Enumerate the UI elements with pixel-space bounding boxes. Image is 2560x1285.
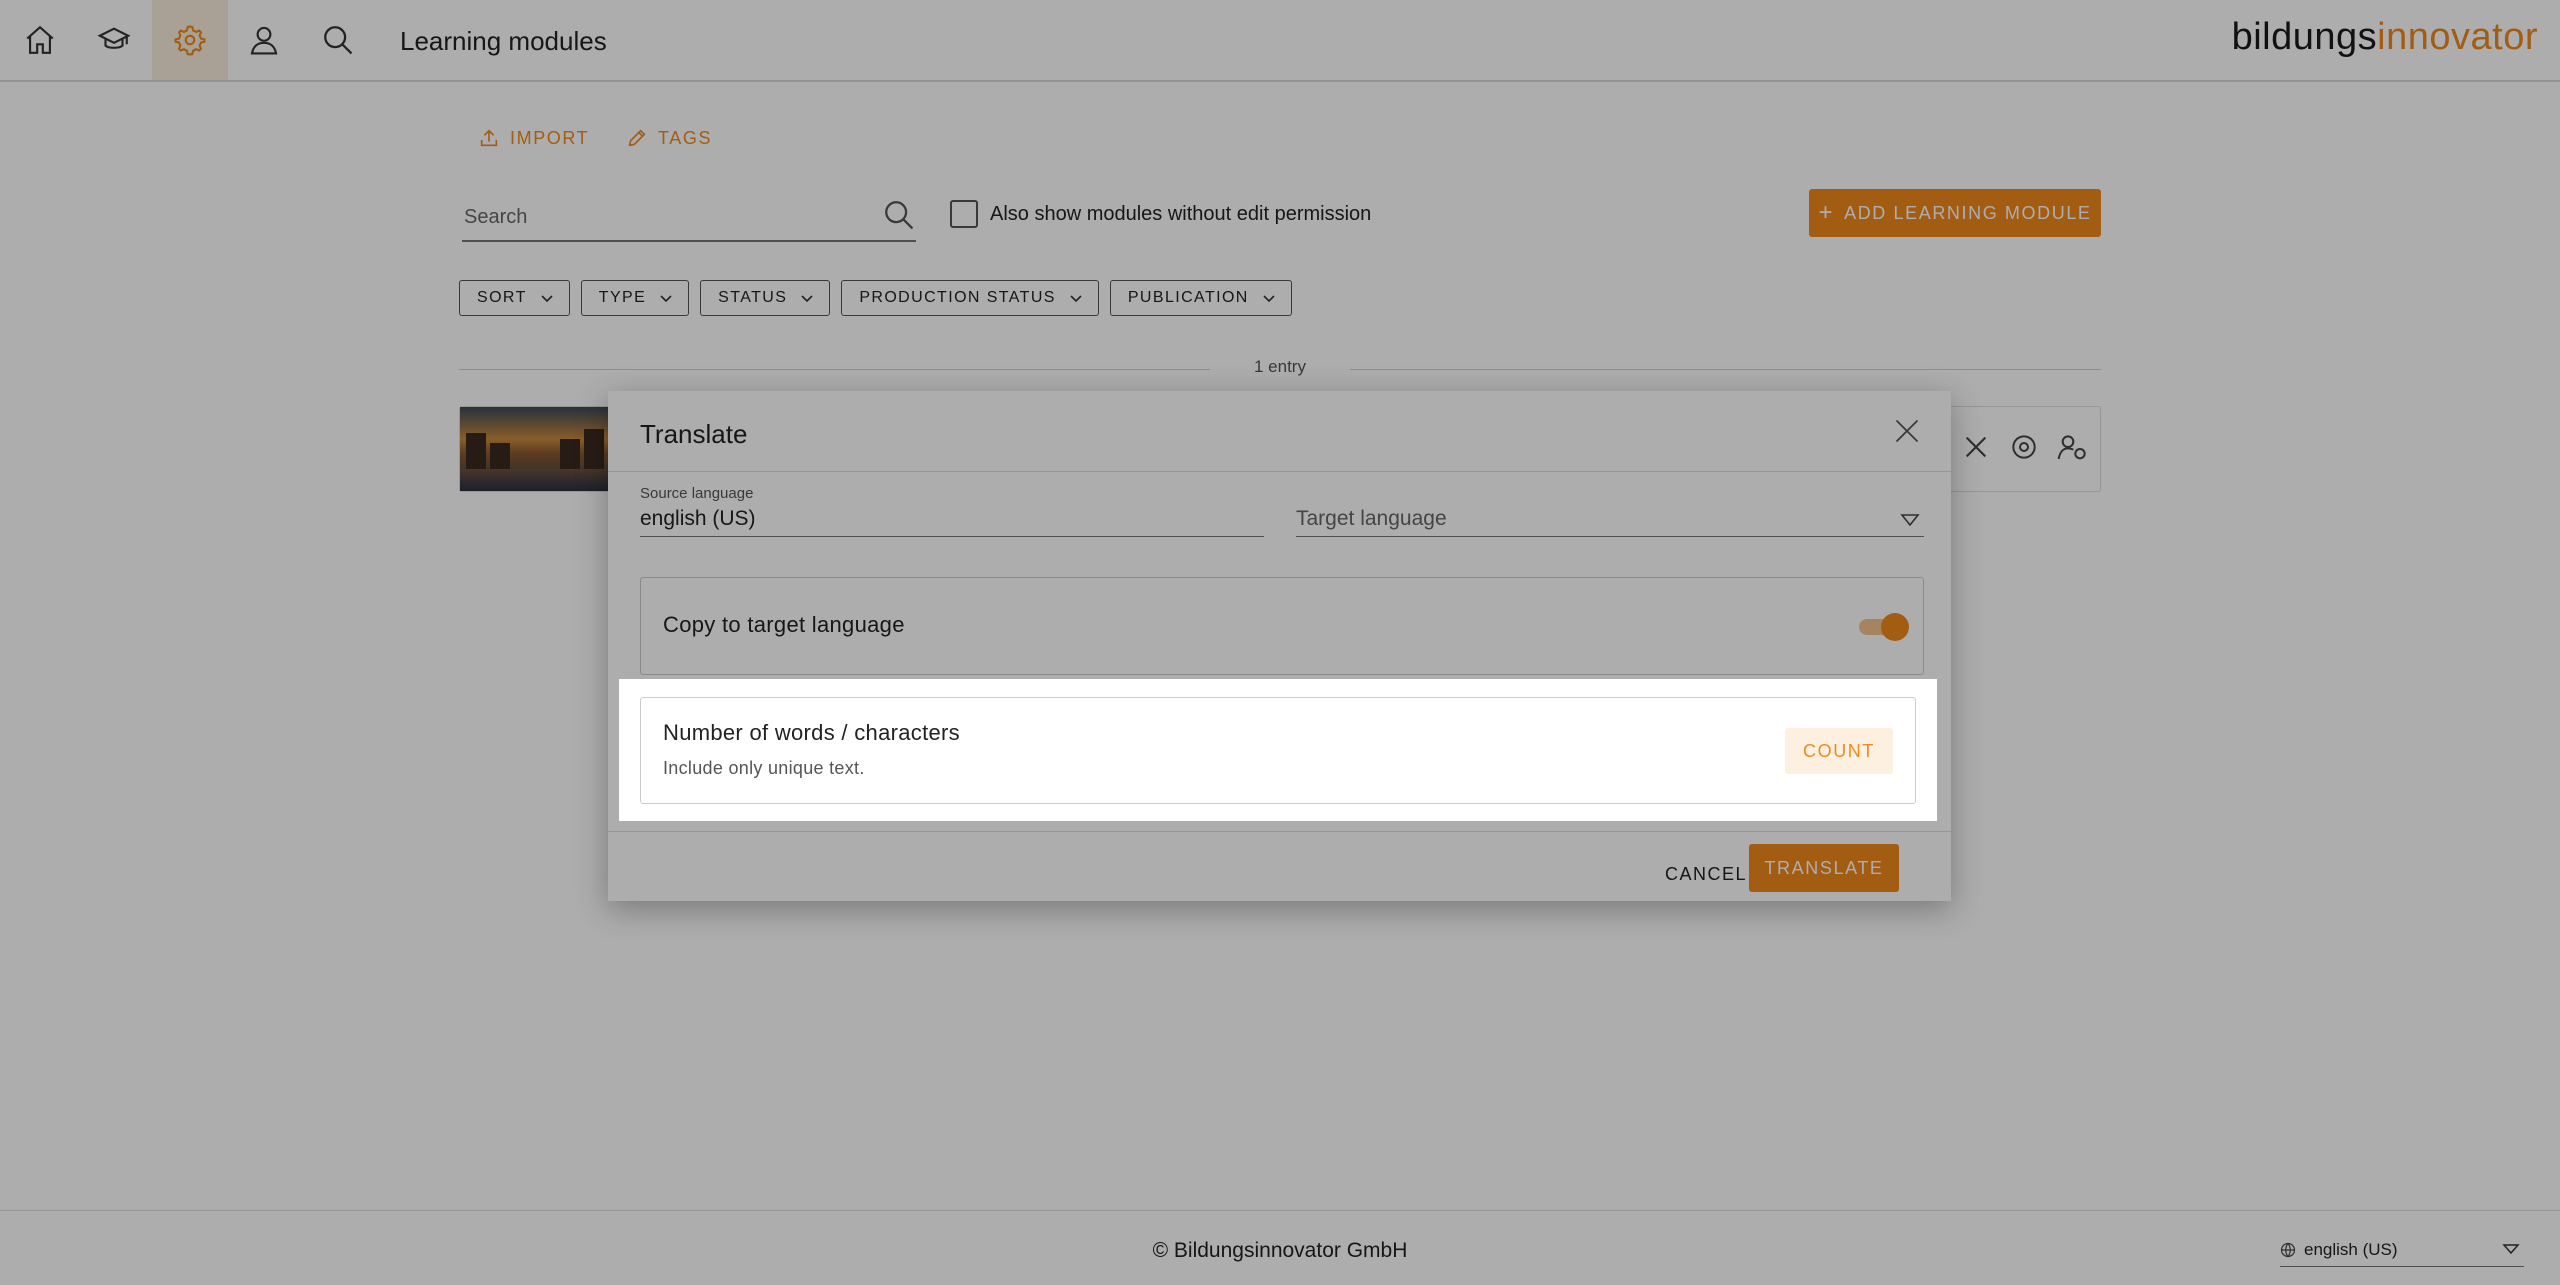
copy-to-target-option: Copy to target language	[640, 577, 1924, 675]
target-language-select[interactable]: Target language	[1296, 505, 1924, 537]
count-button[interactable]: COUNT	[1785, 728, 1893, 774]
word-count-box: Number of words / characters Include onl…	[640, 697, 1916, 804]
cancel-button[interactable]: CANCEL	[1658, 857, 1754, 891]
caret-down-icon	[1900, 514, 1920, 527]
target-language-placeholder: Target language	[1296, 507, 1447, 530]
dialog-footer-divider	[608, 831, 1951, 832]
close-icon[interactable]	[1893, 417, 1921, 445]
word-count-subtitle: Include only unique text.	[663, 758, 865, 778]
translate-button[interactable]: TRANSLATE	[1749, 844, 1899, 892]
word-count-section: Number of words / characters Include onl…	[619, 679, 1937, 821]
dialog-divider	[608, 471, 1951, 472]
copy-to-target-label: Copy to target language	[663, 612, 905, 637]
dialog-title: Translate	[640, 419, 748, 449]
translate-dialog: Translate Source language english (US) T…	[608, 391, 1951, 901]
source-language-label: Source language	[640, 485, 754, 502]
copy-to-target-toggle[interactable]	[1857, 612, 1909, 641]
source-language-field[interactable]: english (US)	[640, 505, 1264, 537]
word-count-title: Number of words / characters	[663, 720, 960, 745]
